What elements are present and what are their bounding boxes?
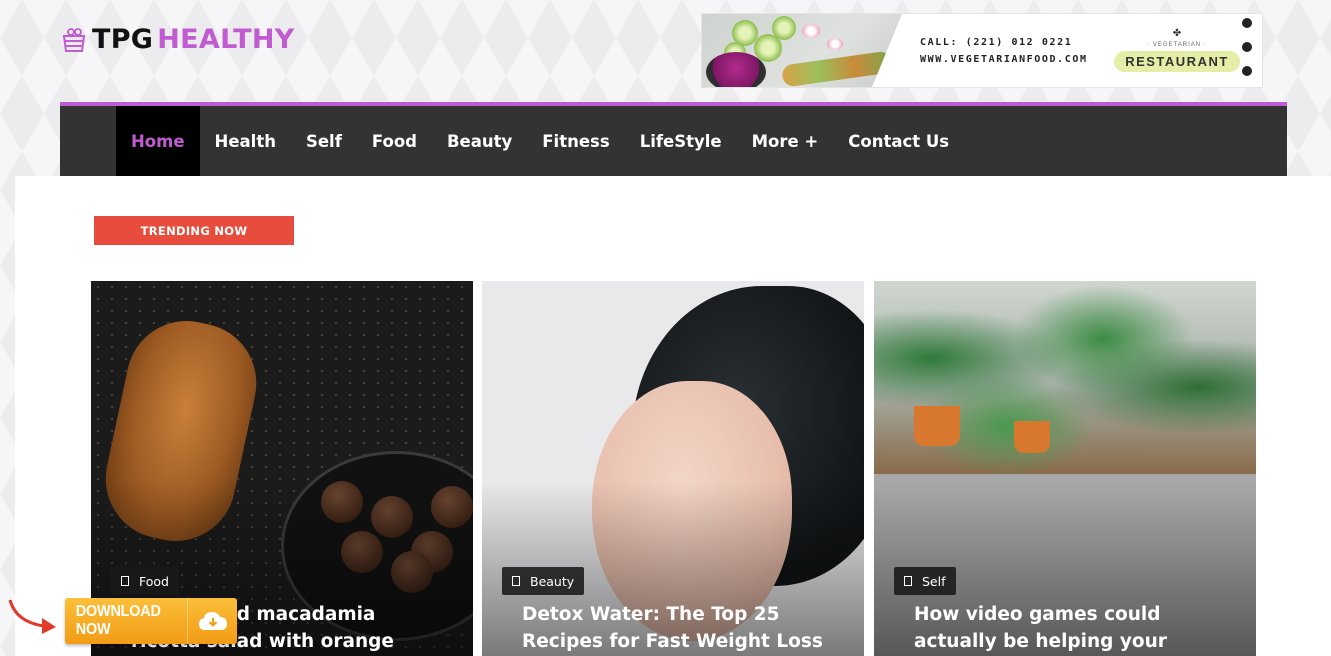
trending-now-label: TRENDING NOW: [94, 216, 294, 245]
badge-subtitle: · VEGETARIAN ·: [1147, 42, 1207, 48]
post-card-beauty[interactable]: Beauty Detox Water: The Top 25 Recipes f…: [482, 281, 864, 656]
download-now-button[interactable]: DOWNLOAD NOW: [65, 598, 237, 644]
banner-restaurant-badge: ✤ · VEGETARIAN · RESTAURANT: [1092, 14, 1262, 87]
nav-item-self[interactable]: Self: [291, 106, 357, 176]
post-title[interactable]: Detox Water: The Top 25 Recipes for Fast…: [522, 601, 842, 655]
nav-item-lifestyle[interactable]: LifeStyle: [625, 106, 737, 176]
logo-text-accent: HEALTHY: [157, 24, 295, 55]
cloud-download-icon: [187, 598, 237, 644]
folder-icon: [904, 576, 912, 586]
phone-icon: [1242, 42, 1252, 52]
download-label: DOWNLOAD NOW: [75, 603, 161, 638]
site-logo[interactable]: TPG HEALTHY: [60, 24, 295, 55]
banner-social-icons: [1242, 18, 1262, 76]
mail-icon: [1242, 66, 1252, 76]
basket-icon: [62, 27, 86, 52]
nav-item-fitness[interactable]: Fitness: [527, 106, 624, 176]
category-tag[interactable]: Self: [894, 567, 956, 595]
category-label: Food: [139, 573, 169, 589]
nav-item-more[interactable]: More +: [737, 106, 834, 176]
banner-food-image: [702, 14, 902, 87]
nav-item-beauty[interactable]: Beauty: [432, 106, 527, 176]
category-tag[interactable]: Food: [111, 567, 179, 595]
red-arrow-icon: [8, 599, 56, 634]
nav-item-health[interactable]: Health: [200, 106, 291, 176]
category-label: Self: [922, 573, 946, 589]
logo-text-primary: TPG: [92, 24, 154, 55]
nav-item-food[interactable]: Food: [357, 106, 432, 176]
sprout-icon: ✤: [1172, 28, 1182, 39]
nav-item-contact[interactable]: Contact Us: [833, 106, 964, 176]
folder-icon: [512, 576, 520, 586]
post-card-self[interactable]: Self How video games could actually be h…: [874, 281, 1256, 656]
banner-call: CALL: (221) 012 0221: [920, 36, 1073, 48]
category-tag[interactable]: Beauty: [502, 567, 585, 595]
post-title[interactable]: How video games could actually be helpin…: [914, 601, 1234, 656]
globe-icon: [1242, 18, 1252, 28]
badge-title: RESTAURANT: [1114, 51, 1240, 72]
nav-item-home[interactable]: Home: [116, 106, 200, 176]
banner-contact-text: CALL: (221) 012 0221 WWW.VEGETARIANFOOD.…: [902, 14, 1092, 87]
folder-icon: [121, 576, 129, 586]
header-banner-ad[interactable]: CALL: (221) 012 0221 WWW.VEGETARIANFOOD.…: [702, 14, 1262, 87]
category-label: Beauty: [530, 573, 575, 589]
banner-url: WWW.VEGETARIANFOOD.COM: [920, 53, 1088, 65]
main-nav: Home Health Self Food Beauty Fitness Lif…: [60, 102, 1287, 176]
main-content: TRENDING NOW Food Quinoa and macadamia r…: [15, 176, 1331, 656]
